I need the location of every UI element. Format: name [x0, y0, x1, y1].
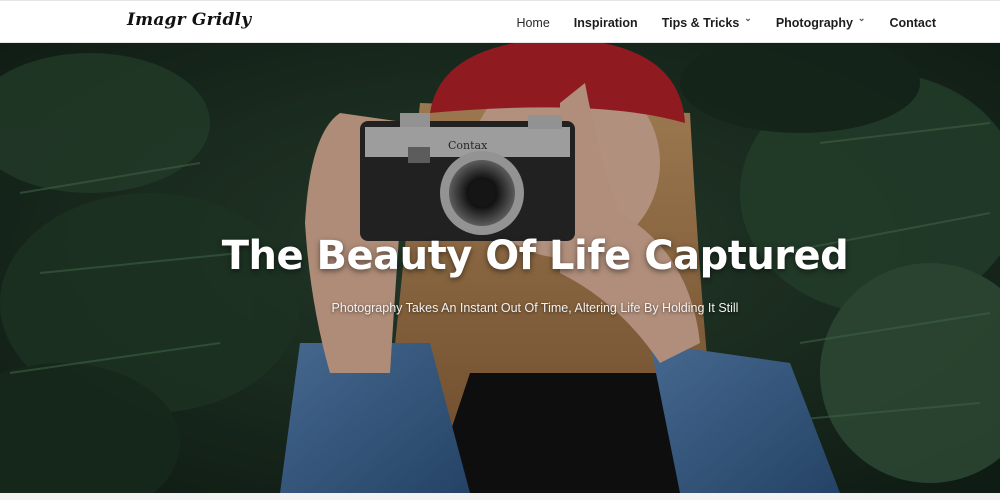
hero-banner: Contax The Beauty Of Life Captured Photo… [0, 43, 1000, 493]
nav-item-label: Photography [775, 15, 853, 30]
nav-item-inspiration[interactable]: Inspiration [574, 1, 638, 44]
chevron-down-icon: ⌄ [744, 13, 752, 23]
nav-item-home[interactable]: Home [516, 1, 549, 44]
site-logo[interactable]: Imagr Gridly [127, 10, 251, 30]
nav-item-label: Inspiration [573, 15, 638, 30]
nav-item-label: Tips & Tricks [661, 15, 740, 30]
main-nav: Home Inspiration Tips & Tricks ⌄ Photogr… [492, 1, 936, 44]
nav-item-label: Home [516, 15, 550, 30]
site-header: Imagr Gridly Home Inspiration Tips & Tri… [0, 0, 1000, 43]
chevron-down-icon: ⌄ [857, 13, 866, 23]
nav-item-photography[interactable]: Photography ⌄ [776, 1, 866, 44]
nav-item-label: Contact [889, 15, 936, 30]
nav-item-contact[interactable]: Contact [889, 1, 936, 44]
nav-item-tips-tricks[interactable]: Tips & Tricks ⌄ [662, 1, 752, 44]
page-divider [0, 493, 1000, 500]
hero-title: The Beauty Of Life Captured [221, 233, 849, 279]
hero-subtitle: Photography Takes An Instant Out Of Time… [331, 301, 739, 315]
